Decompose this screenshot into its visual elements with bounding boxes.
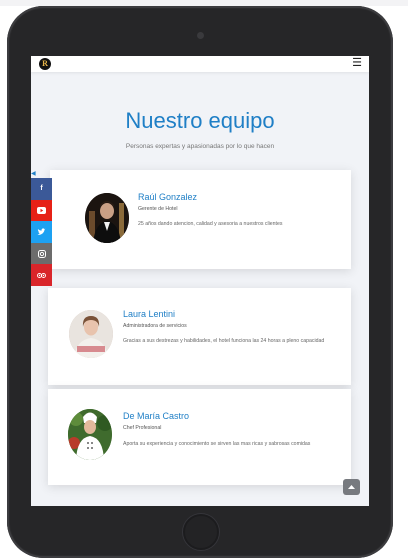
social-toggle-icon[interactable]: ◀ [31, 170, 37, 178]
member-role: Gerente de Hotel [138, 206, 178, 212]
member-name: Laura Lentini [123, 309, 176, 319]
avatar [69, 310, 113, 358]
member-description: 25 años dando atencion, calidad y asesor… [138, 221, 283, 227]
member-role: Administradora de servicios [123, 323, 187, 329]
twitter-icon[interactable] [31, 221, 52, 243]
facebook-icon[interactable]: f [31, 178, 52, 200]
person-photo-icon [69, 310, 113, 358]
section-subtitle: Personas expertas y apasionadas por lo q… [125, 143, 275, 150]
scroll-top-button[interactable] [343, 479, 360, 495]
tripadvisor-icon[interactable] [31, 264, 52, 286]
team-card: Raúl Gonzalez Gerente de Hotel 25 años d… [50, 170, 351, 269]
navbar: R ☰ [31, 56, 369, 72]
chevron-up-icon [348, 485, 355, 489]
team-card: Laura Lentini Administradora de servicio… [48, 288, 351, 385]
section-title: Nuestro equipo [125, 108, 275, 133]
member-role: Chef Profesional [123, 425, 162, 431]
social-sidebar: f [31, 178, 52, 286]
youtube-icon[interactable] [31, 199, 52, 222]
member-name: De María Castro [123, 411, 190, 421]
camera-icon [197, 32, 204, 39]
team-card: De María Castro Chef Profesional Aporta … [48, 389, 351, 485]
hamburger-icon[interactable]: ☰ [351, 56, 363, 72]
home-button[interactable] [183, 514, 219, 550]
member-name: Raúl Gonzalez [138, 192, 198, 202]
avatar [68, 409, 112, 460]
instagram-icon[interactable] [31, 242, 52, 265]
member-description: Aporta su experiencia y conocimiento se … [123, 441, 311, 447]
person-photo-icon [85, 193, 129, 243]
screen: R ☰ Nuestro equipo Personas expertas y a… [31, 56, 369, 506]
person-photo-icon [68, 409, 112, 460]
member-description: Gracias a sus destrezas y habilidades, e… [123, 338, 325, 344]
logo[interactable]: R [39, 58, 51, 70]
avatar [85, 193, 129, 243]
